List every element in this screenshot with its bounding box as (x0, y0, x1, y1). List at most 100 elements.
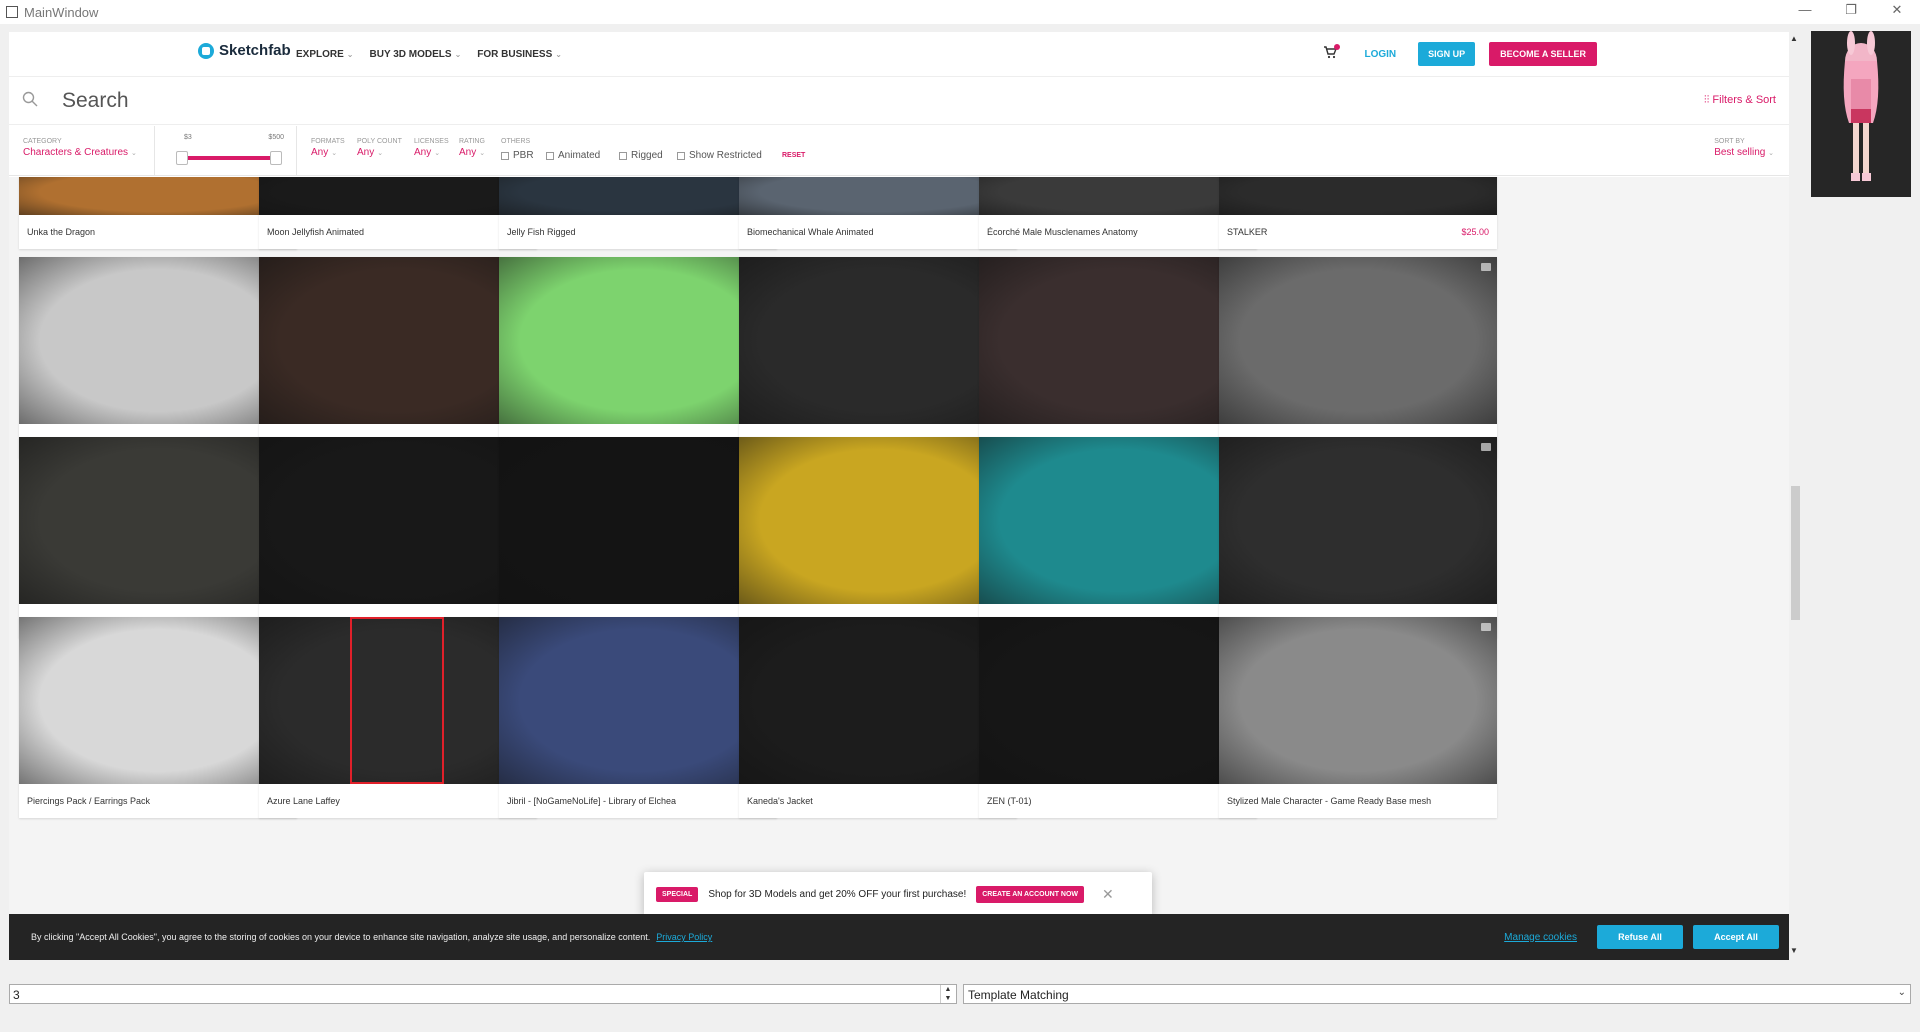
login-link[interactable]: LOGIN (1356, 49, 1404, 60)
model-card[interactable]: Sirenhead 3D Model (For Download!)$5.99 (19, 257, 297, 458)
model-thumbnail[interactable] (979, 177, 1257, 215)
model-thumbnail[interactable] (19, 257, 297, 424)
model-thumbnail[interactable] (1219, 257, 1497, 424)
close-button[interactable]: ✕ (1874, 0, 1920, 22)
model-name[interactable]: Jelly Fish Rigged (507, 227, 576, 237)
nav-for-business[interactable]: FOR BUSINESS ⌄ (477, 49, 562, 60)
model-card[interactable]: Poly Art Rabbit$19.99 (499, 257, 777, 458)
model-card[interactable]: Basemesh character$6.99 (19, 437, 297, 638)
filters-sort-button[interactable]: ⫶⫶ Filters & Sort (1704, 94, 1776, 107)
spinbox-arrows[interactable]: ▲ ▼ (940, 985, 955, 1003)
sketchfab-logo[interactable]: Sketchfab (198, 42, 291, 59)
model-thumbnail[interactable] (739, 177, 1017, 215)
model-name[interactable]: Stylized Male Character - Game Ready Bas… (1227, 796, 1431, 806)
model-card[interactable]: Human Eye Photorealistic$19.90 (979, 257, 1257, 458)
model-name[interactable]: ZEN (T-01) (987, 796, 1032, 806)
refuse-all-button[interactable]: Refuse All (1597, 925, 1683, 949)
model-thumbnail[interactable] (499, 617, 777, 784)
model-card[interactable]: POST//CONTACT$10.00 (259, 437, 537, 638)
model-thumbnail[interactable] (1219, 177, 1497, 215)
model-thumbnail[interactable] (259, 437, 537, 604)
nav-buy-3d-models[interactable]: BUY 3D MODELS ⌄ (370, 49, 462, 60)
model-card[interactable]: Just an eye!$10.90 (499, 437, 777, 638)
privacy-policy-link[interactable]: Privacy Policy (656, 932, 712, 942)
model-name[interactable]: Moon Jellyfish Animated (267, 227, 364, 237)
model-name[interactable]: Azure Lane Laffey (267, 796, 340, 806)
model-thumbnail[interactable] (259, 617, 537, 784)
model-thumbnail[interactable] (499, 177, 777, 215)
reset-button[interactable]: RESET (782, 152, 805, 159)
become-seller-button[interactable]: BECOME A SELLER (1489, 42, 1597, 66)
model-name[interactable]: Kaneda's Jacket (747, 796, 813, 806)
sort-by-select[interactable]: SORT BY Best selling ⌄ (1714, 138, 1774, 158)
search-input[interactable] (62, 86, 1262, 116)
model-name[interactable]: Biomechanical Whale Animated (747, 227, 874, 237)
model-card[interactable]: Écorché Male Musclenames Anatomy$15.00 (979, 177, 1257, 249)
cart-icon[interactable] (1318, 42, 1342, 66)
model-card[interactable]: Moon Jellyfish Animated$10.00 (259, 177, 537, 249)
model-thumbnail[interactable] (979, 437, 1257, 604)
model-thumbnail[interactable] (499, 257, 777, 424)
method-combobox[interactable]: Template Matching ⌄ (963, 984, 1911, 1004)
restore-button[interactable]: ❐ (1828, 0, 1874, 22)
accept-all-button[interactable]: Accept All (1693, 925, 1779, 949)
model-card[interactable]: Azure Lane Laffey$15.00 (259, 617, 537, 818)
model-name[interactable]: Jibril - [NoGameNoLife] - Library of Elc… (507, 796, 676, 806)
price-max-handle[interactable] (270, 151, 282, 165)
model-card[interactable]: STALKER $25.00 (1219, 177, 1497, 249)
licenses-filter[interactable]: LICENSES Any ⌄ (414, 138, 449, 158)
create-account-button[interactable]: CREATE AN ACCOUNT NOW (976, 885, 1085, 903)
rigged-checkbox[interactable]: Rigged (619, 150, 663, 161)
price-slider[interactable]: $3 $500 (174, 134, 284, 166)
model-name[interactable]: Unka the Dragon (27, 227, 95, 237)
scrollbar-thumb[interactable] (1791, 486, 1800, 620)
manage-cookies-link[interactable]: Manage cookies (1504, 932, 1577, 943)
price-min-handle[interactable] (176, 151, 188, 165)
model-thumbnail[interactable] (259, 257, 537, 424)
model-thumbnail[interactable] (1219, 437, 1497, 604)
model-card[interactable]: Monkey$10.00 (259, 257, 537, 458)
scroll-up-arrow-icon[interactable]: ▲ (1790, 34, 1798, 43)
model-thumbnail[interactable] (1219, 617, 1497, 784)
model-card[interactable]: Werewolf Animated$10.00 (739, 257, 1017, 458)
model-name[interactable]: STALKER (1227, 227, 1267, 237)
model-thumbnail[interactable] (979, 617, 1257, 784)
model-name[interactable]: Piercings Pack / Earrings Pack (27, 796, 150, 806)
close-icon[interactable]: ✕ (1102, 886, 1114, 903)
model-card[interactable]: Jibril - [NoGameNoLife] - Library of Elc… (499, 617, 777, 818)
model-card[interactable]: The Sorting Hat$5.00 (979, 437, 1257, 638)
model-card[interactable]: Stylized Male Character - Game Ready Bas… (1219, 617, 1497, 818)
model-card[interactable]: Horse Animset Pro Animations$69.99 (739, 437, 1017, 638)
threshold-spinbox[interactable]: 3 (9, 984, 957, 1004)
minimize-button[interactable]: — (1782, 0, 1828, 22)
model-name[interactable]: Écorché Male Musclenames Anatomy (987, 227, 1138, 237)
poly-count-filter[interactable]: POLY COUNT Any ⌄ (357, 138, 402, 158)
pbr-checkbox[interactable]: PBR (501, 150, 534, 161)
scroll-down-arrow-icon[interactable]: ▼ (1790, 946, 1798, 955)
signup-button[interactable]: SIGN UP (1418, 42, 1476, 66)
rating-filter[interactable]: RATING Any ⌄ (459, 138, 485, 158)
model-thumbnail[interactable] (739, 257, 1017, 424)
model-card[interactable]: Biomechanical Whale Animated$29.00 (739, 177, 1017, 249)
model-card[interactable]: Spider - Tarantula with animations$8.00 (1219, 257, 1497, 458)
model-thumbnail[interactable] (739, 617, 1017, 784)
model-thumbnail[interactable] (19, 437, 297, 604)
model-card[interactable]: Unka the Dragon🛒 (19, 177, 297, 249)
model-thumbnail[interactable] (19, 177, 297, 215)
model-card[interactable]: Kaneda's Jacket$5.00 (739, 617, 1017, 818)
spin-down-icon[interactable]: ▼ (941, 994, 955, 1003)
model-card[interactable]: ZEN (T-01)$25.00 (979, 617, 1257, 818)
category-filter[interactable]: CATEGORY Characters & Creatures ⌄ (23, 138, 137, 158)
model-thumbnail[interactable] (19, 617, 297, 784)
model-thumbnail[interactable] (259, 177, 537, 215)
model-thumbnail[interactable] (499, 437, 777, 604)
animated-checkbox[interactable]: Animated (546, 150, 600, 161)
model-thumbnail[interactable] (979, 257, 1257, 424)
formats-filter[interactable]: FORMATS Any ⌄ (311, 138, 345, 158)
model-card[interactable]: Jelly Fish Rigged$4.99 (499, 177, 777, 249)
model-card[interactable]: Stylized Female Heroic Highpoly Version$… (1219, 437, 1497, 638)
restricted-checkbox[interactable]: Show Restricted (677, 150, 762, 161)
spin-up-icon[interactable]: ▲ (941, 985, 955, 994)
nav-explore[interactable]: EXPLORE ⌄ (296, 49, 354, 60)
model-card[interactable]: Piercings Pack / Earrings Pack$5.99 (19, 617, 297, 818)
